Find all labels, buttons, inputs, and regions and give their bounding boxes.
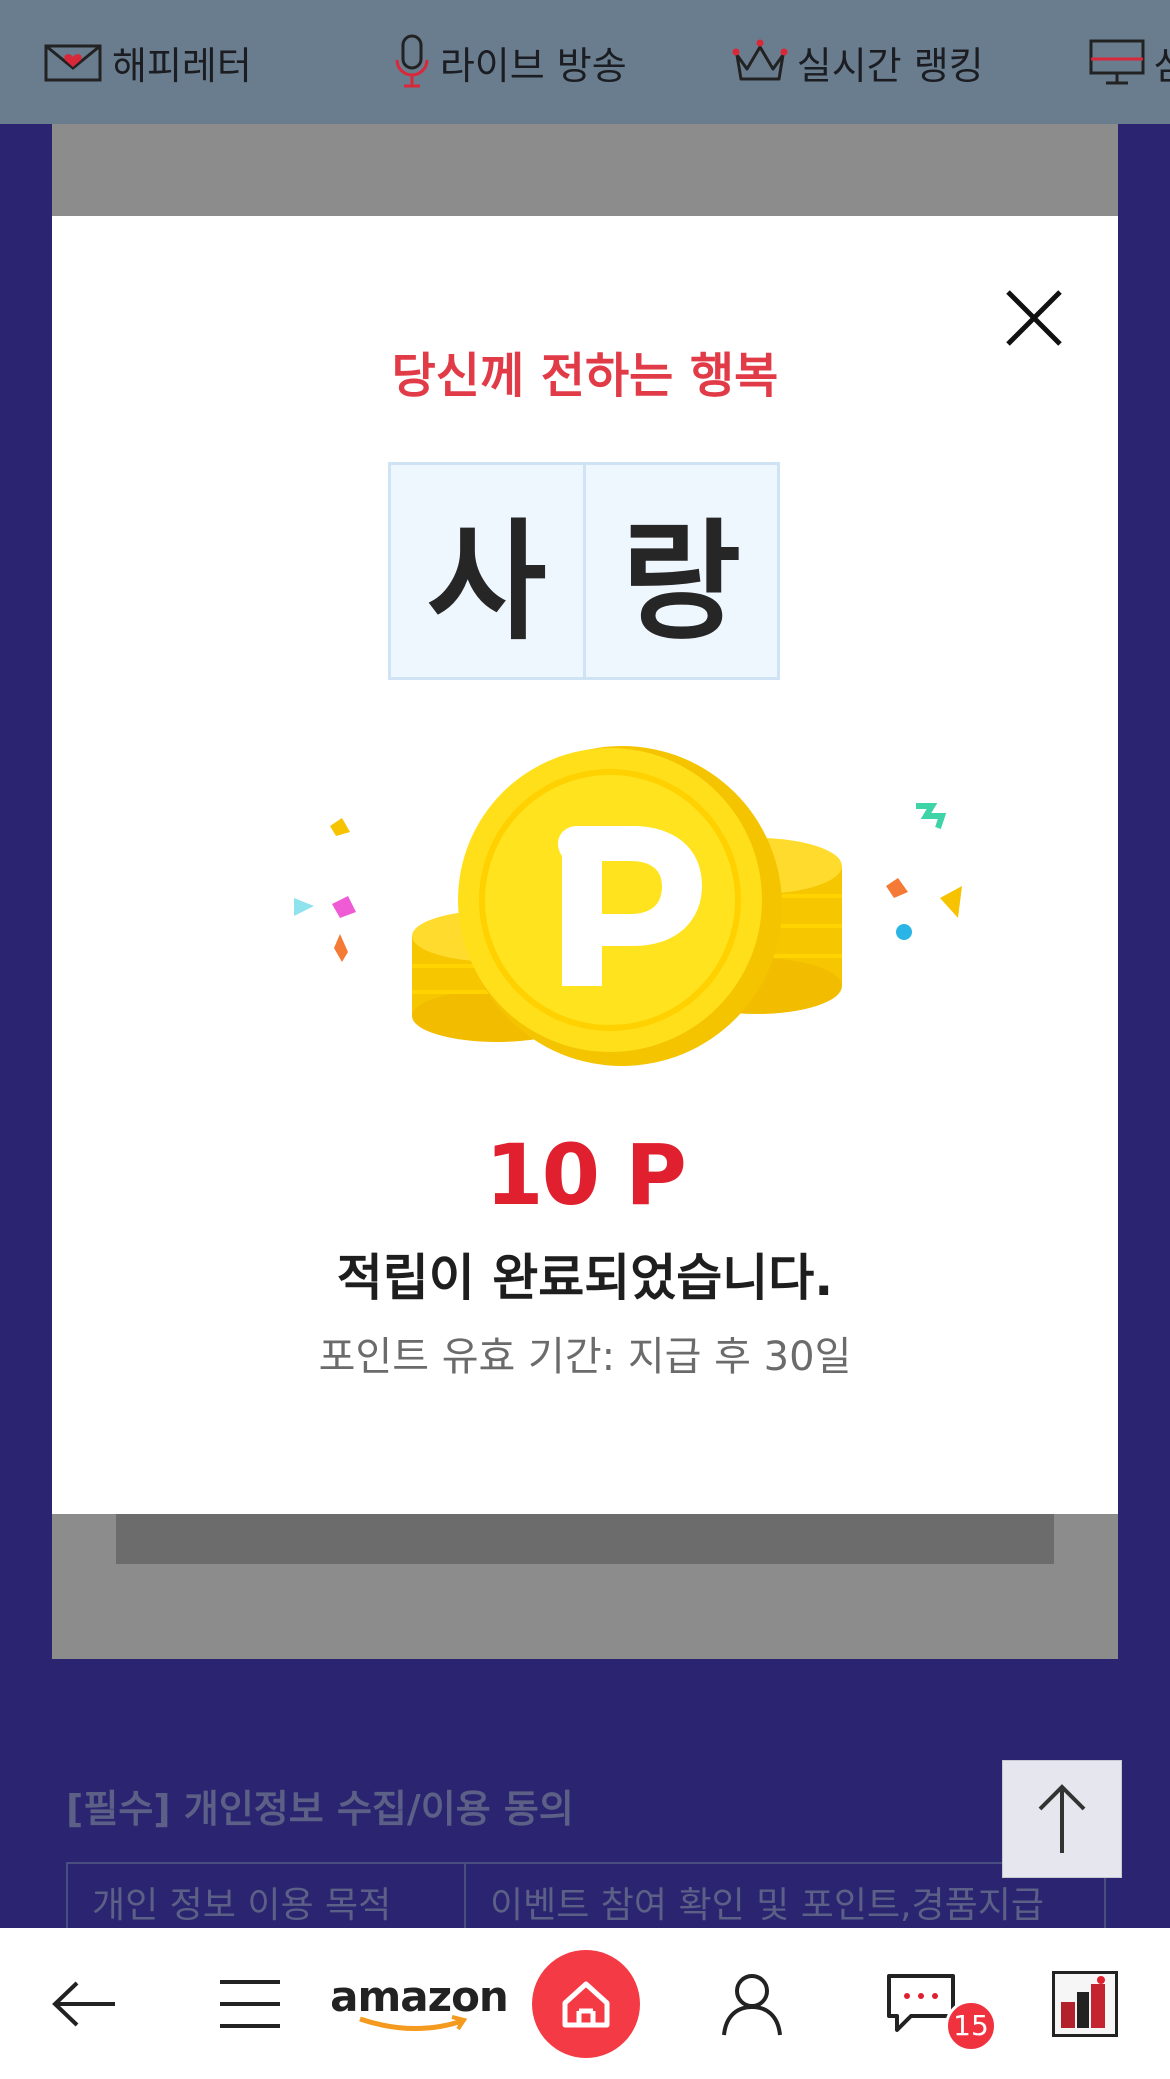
crown-icon [732,39,788,81]
scroll-to-top-button[interactable] [1002,1760,1122,1878]
amazon-button[interactable]: amazon [330,1928,509,2079]
nav-item-samsung[interactable]: 삼성 [1088,35,1170,90]
chat-badge: 15 [945,1999,997,2052]
microphone-icon [395,34,429,88]
points-amount: 10 P [485,1126,687,1224]
monitor-icon [1089,39,1145,85]
reward-modal: 당신께 전하는 행복 사 랑 10 P 적립이 완료되었습니다. 포인트 유효 … [52,216,1118,1514]
nav-label: 해피레터 [112,43,252,88]
nav-label: 실시간 랭킹 [796,43,984,88]
profile-button[interactable] [702,1928,802,2079]
nav-label: 라이브 방송 [439,43,627,88]
word-box: 사 랑 [388,462,780,680]
arrow-left-icon [52,1981,115,2026]
menu-button[interactable] [200,1928,300,2079]
nav-item-happy-letter[interactable]: 해피레터 [44,35,252,90]
product-thumbnail-icon [1061,1975,1105,2028]
top-nav: 해피레터 라이브 방송 실시간 랭킹 삼성 [0,0,1170,124]
background-strip [116,1514,1054,1564]
completion-message: 적립이 완료되었습니다. [336,1249,834,1307]
arrow-up-icon [1038,1784,1086,1853]
point-coins-icon [294,746,962,1066]
nav-label: 삼성 [1154,35,1170,90]
chat-button[interactable]: 15 [866,1928,997,2079]
envelope-icon [44,44,102,82]
bottom-bar: amazon 15 [0,1928,1170,2079]
home-circle [532,1949,640,2058]
consent-title: [필수] 개인정보 수집/이용 동의 [66,1787,574,1831]
nav-item-live[interactable]: 라이브 방송 [392,34,627,90]
user-icon [722,1973,782,2035]
recent-item-button[interactable] [1040,1928,1130,2079]
validity-text: 포인트 유효 기간: 지급 후 30일 [318,1334,852,1380]
amazon-logo: amazon [330,1972,509,2021]
word-char: 랑 [582,462,780,680]
word-char: 사 [388,462,586,680]
home-button[interactable] [532,1928,640,2079]
amazon-smile-icon [359,2015,468,2032]
modal-subtitle: 당신께 전하는 행복 [391,348,779,404]
recent-item-thumbnail [1052,1970,1118,2037]
hamburger-icon [220,1979,280,2028]
nav-item-ranking[interactable]: 실시간 랭킹 [731,35,984,90]
back-button[interactable] [34,1928,134,2079]
home-icon [562,1981,610,2027]
